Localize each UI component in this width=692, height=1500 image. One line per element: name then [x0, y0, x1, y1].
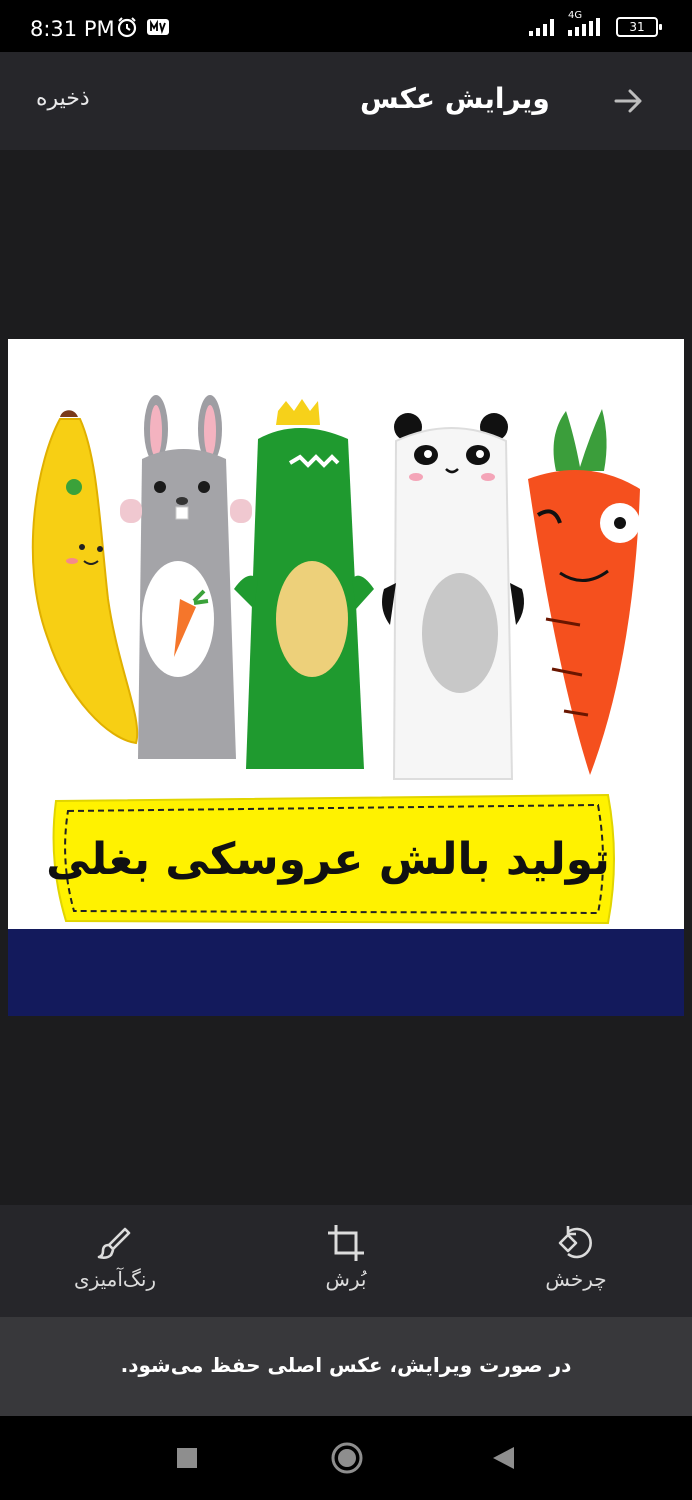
- tool-crop-label: بُرش: [325, 1267, 367, 1291]
- info-notice: در صورت ویرایش، عکس اصلی حفظ می‌شود.: [0, 1317, 692, 1416]
- alarm-icon: [117, 17, 137, 38]
- home-circle-icon[interactable]: [330, 1440, 364, 1476]
- signal-icon: [529, 19, 554, 36]
- recents-square-icon[interactable]: [176, 1440, 198, 1476]
- status-bar: 8:31 PM 4G 31: [0, 0, 692, 52]
- page-title: ویرایش عکس: [360, 82, 550, 115]
- system-nav-bar: [0, 1416, 692, 1500]
- image-banner: تولید بالش عروسکی بغلی: [46, 793, 615, 925]
- media-icon: [147, 19, 169, 35]
- signal-4g-icon: 4G: [566, 10, 608, 38]
- edited-photo[interactable]: تولید بالش عروسکی بغلی: [8, 339, 684, 1016]
- battery-icon: 31: [616, 17, 662, 37]
- notice-text: در صورت ویرایش، عکس اصلی حفظ می‌شود.: [120, 1353, 572, 1377]
- panda-toy: [382, 413, 524, 780]
- rotate-icon: [558, 1226, 592, 1259]
- app-header: ذخیره ویرایش عکس: [0, 52, 692, 150]
- editor-canvas: تولید بالش عروسکی بغلی: [0, 150, 692, 1205]
- banner-text: تولید بالش عروسکی بغلی: [46, 834, 610, 885]
- edit-toolbar: رنگ‌آمیزی بُرش چرخش: [0, 1205, 692, 1317]
- arrow-right-icon[interactable]: [612, 86, 646, 116]
- tool-rotate[interactable]: چرخش: [511, 1223, 641, 1291]
- tool-rotate-label: چرخش: [545, 1267, 607, 1291]
- back-triangle-icon[interactable]: [490, 1440, 516, 1476]
- save-button[interactable]: ذخیره: [36, 86, 90, 111]
- tool-paint[interactable]: رنگ‌آمیزی: [50, 1223, 180, 1291]
- brush-icon: [97, 1227, 131, 1259]
- tool-crop[interactable]: بُرش: [281, 1223, 411, 1291]
- status-time: 8:31 PM: [30, 17, 115, 41]
- crop-icon: [328, 1225, 364, 1261]
- tool-paint-label: رنگ‌آمیزی: [73, 1267, 157, 1291]
